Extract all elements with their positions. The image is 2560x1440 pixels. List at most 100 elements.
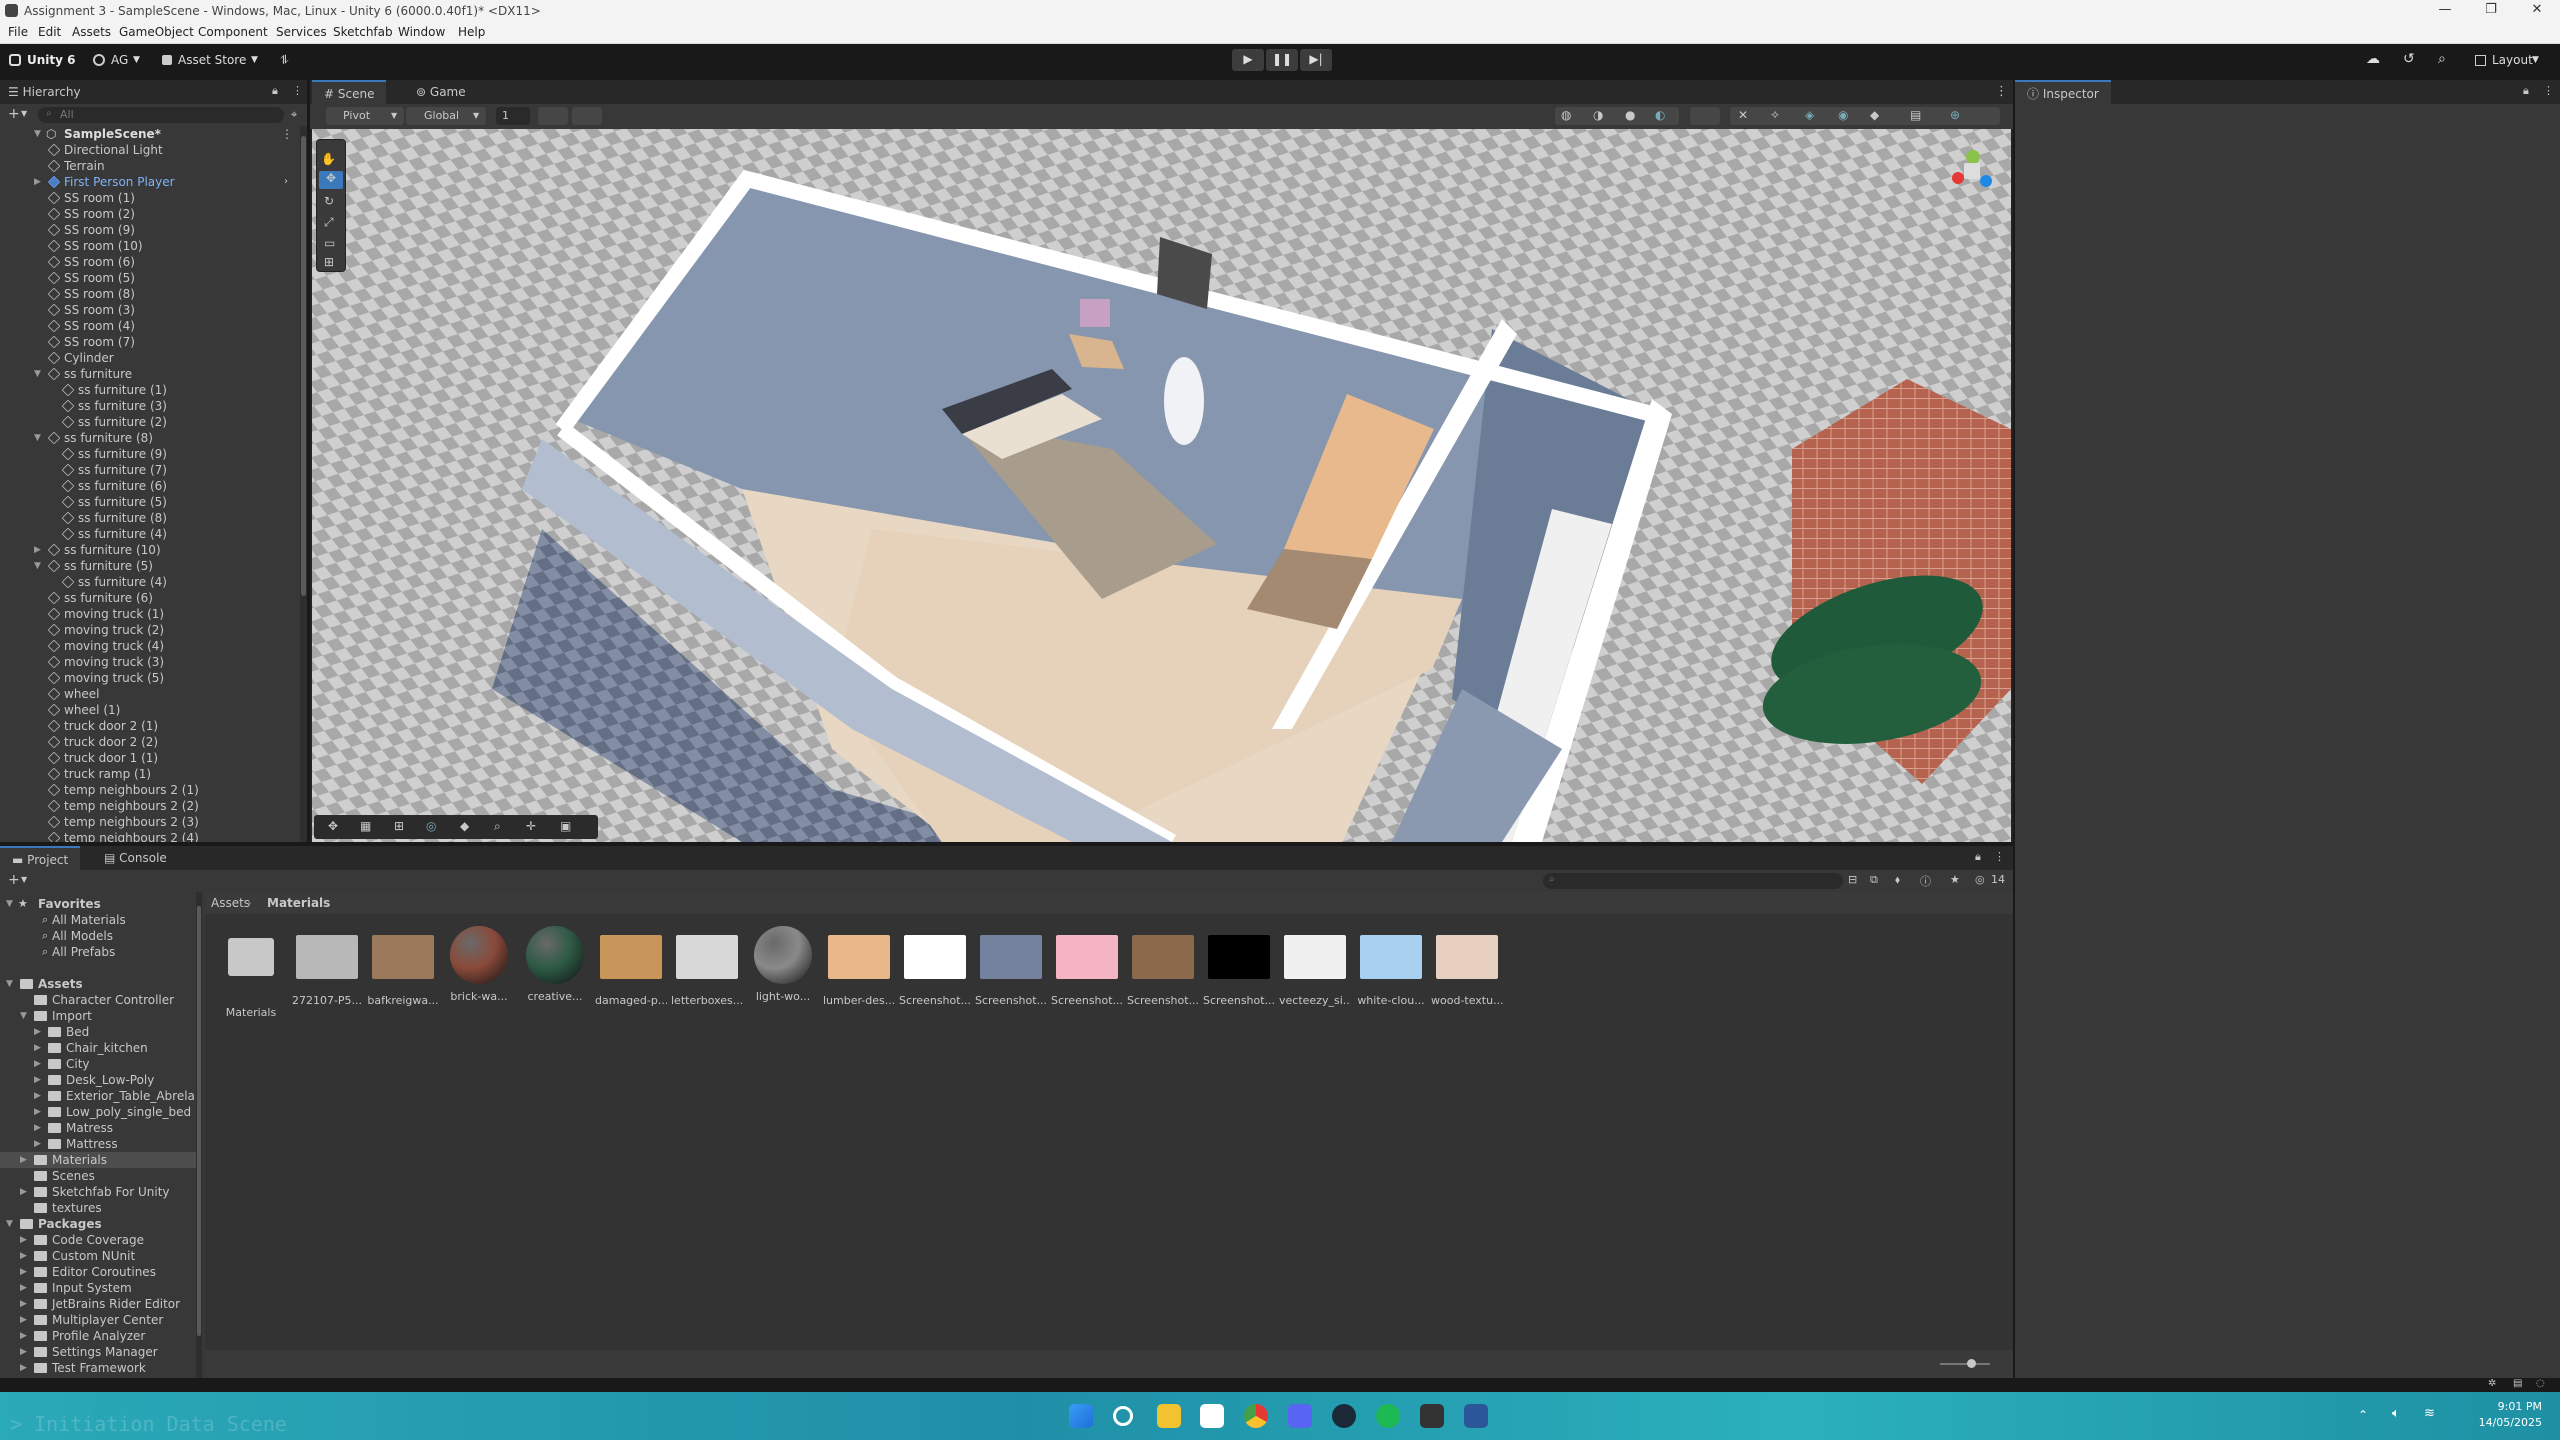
search-by-type-icon[interactable]: ⊟ [1848, 873, 1857, 886]
project-tree-item[interactable]: Character Controller [0, 992, 198, 1008]
scale-tool-icon[interactable]: ⤢ [324, 215, 334, 230]
collapse-arrow-icon[interactable]: ▶ [20, 1296, 27, 1312]
move-gizmo-icon[interactable]: ✥ [328, 819, 338, 833]
hierarchy-item[interactable]: ss furniture (2) [0, 414, 300, 430]
center-icon[interactable]: ✛ [526, 819, 536, 833]
hierarchy-item[interactable]: ss furniture (9) [0, 446, 300, 462]
asset-item[interactable]: brick-wa... [443, 926, 515, 1003]
more-options-icon[interactable]: ⋮ [1994, 850, 2005, 863]
project-tree-item[interactable]: ▶ Low_poly_single_bed [0, 1104, 198, 1120]
chrome-icon[interactable] [1244, 1404, 1268, 1428]
collapse-arrow-icon[interactable]: ▶ [20, 1248, 27, 1264]
gizmo-x-axis[interactable] [1952, 172, 1964, 184]
tab-project[interactable]: ▬ Project [0, 846, 81, 870]
hierarchy-item[interactable]: temp neighbours 2 (1) [0, 782, 300, 798]
expand-arrow-icon[interactable]: ▼ [34, 558, 41, 574]
tab-hierarchy[interactable]: ☰ Hierarchy [0, 80, 93, 104]
asset-item[interactable]: Screenshot... [975, 926, 1047, 1007]
project-tree-scrollbar[interactable] [196, 892, 202, 1378]
search-icon[interactable]: ⌕ [2438, 51, 2446, 67]
scene-root-row[interactable]: ▼ ⬡ SampleScene* ⋮ [0, 126, 300, 142]
hierarchy-item[interactable]: truck door 2 (1) [0, 718, 300, 734]
zoom-icon[interactable]: ⌕ [494, 819, 501, 834]
search-icon[interactable] [1113, 1406, 1133, 1426]
lock-icon[interactable]: 🔒︎ [272, 84, 278, 98]
hierarchy-item[interactable]: ss furniture (4) [0, 526, 300, 542]
more-options-icon[interactable]: ⋮ [292, 84, 303, 97]
audio-mute-icon[interactable]: ✕ [1738, 108, 1748, 122]
menu-file[interactable]: File [8, 25, 28, 39]
asset-item[interactable]: Screenshot... [1051, 926, 1123, 1007]
project-tree-item[interactable]: ▶ Editor Coroutines [0, 1264, 198, 1280]
chevron-up-icon[interactable]: ⌃ [2358, 1408, 2368, 1422]
project-tree-section[interactable]: ▼ ★ Favorites [0, 896, 198, 912]
snap-icon[interactable]: ⊞ [394, 819, 404, 833]
hierarchy-item[interactable]: moving truck (4) [0, 638, 300, 654]
hierarchy-item[interactable]: moving truck (3) [0, 654, 300, 670]
progress-icon[interactable]: ◌ [2536, 1378, 2545, 1389]
hierarchy-item[interactable]: ss furniture (3) [0, 398, 300, 414]
asset-item[interactable]: wood-textu... [1431, 926, 1503, 1007]
hierarchy-scrollbar[interactable] [300, 126, 307, 842]
collapse-arrow-icon[interactable]: ▶ [34, 1120, 41, 1136]
shaded-icon[interactable]: ● [1625, 108, 1635, 122]
project-tree-item[interactable]: ▼ Import [0, 1008, 198, 1024]
asset-item[interactable]: Screenshot... [1203, 926, 1275, 1007]
rotate-tool-icon[interactable]: ↻ [324, 194, 334, 208]
hierarchy-item[interactable]: wheel (1) [0, 702, 300, 718]
grid-visibility-button[interactable] [572, 107, 602, 125]
layers-icon[interactable]: ◆ [1870, 108, 1879, 122]
asset-item[interactable]: lumber-des... [823, 926, 895, 1007]
close-icon[interactable]: ✕ [2514, 0, 2560, 22]
info-icon[interactable]: ⓘ [1920, 873, 1931, 889]
project-search-input[interactable]: ⌕ [1543, 873, 1843, 889]
hierarchy-item[interactable]: ss furniture (1) [0, 382, 300, 398]
project-tree-item[interactable]: ⌕ All Models [0, 928, 198, 944]
gizmo-y-axis[interactable] [1966, 150, 1980, 164]
prefab-open-arrow-icon[interactable]: › [284, 174, 288, 190]
project-tree-item[interactable]: ▶ City [0, 1056, 198, 1072]
create-asset-button[interactable]: + [8, 872, 20, 888]
clock-time[interactable]: 9:01 PM [2492, 1400, 2542, 1413]
hierarchy-item[interactable]: ss furniture (6) [0, 590, 300, 606]
draw-mode-buttons[interactable]: ◍ ◑ ● ◐ [1555, 107, 1679, 125]
collapse-arrow-icon[interactable]: ▶ [20, 1264, 27, 1280]
hierarchy-item[interactable]: wheel [0, 686, 300, 702]
hierarchy-item[interactable]: ss furniture (6) [0, 478, 300, 494]
search-by-label-icon[interactable]: ⧉ [1870, 873, 1878, 887]
menu-assets[interactable]: Assets [72, 25, 111, 39]
visibility-icon[interactable]: ◉ [1838, 108, 1848, 122]
layout-dropdown[interactable]: Layout [2492, 53, 2533, 67]
expand-arrow-icon[interactable]: ▼ [20, 1008, 27, 1024]
project-tree-item[interactable]: ▶ JetBrains Rider Editor [0, 1296, 198, 1312]
more-options-icon[interactable]: ⋮ [2543, 84, 2554, 97]
transform-tool-icon[interactable]: ⊞ [324, 255, 334, 269]
expand-arrow-icon[interactable]: ▼ [6, 976, 13, 992]
cloud-icon[interactable]: ☁ [2366, 51, 2380, 67]
hierarchy-item[interactable]: temp neighbours 2 (4) [0, 830, 300, 842]
project-tree-item[interactable]: ⌕ All Materials [0, 912, 198, 928]
collapse-arrow-icon[interactable]: ▶ [20, 1344, 27, 1360]
expand-arrow-icon[interactable]: ▼ [34, 430, 41, 446]
project-tree-item[interactable]: ▶ Profile Analyzer [0, 1328, 198, 1344]
rect-tool-icon[interactable]: ▭ [324, 236, 335, 250]
gizmos-icon[interactable]: ⊕ [1950, 108, 1960, 122]
collapse-arrow-icon[interactable]: ▶ [20, 1232, 27, 1248]
clock-date[interactable]: 14/05/2025 [2478, 1416, 2542, 1429]
view-options-icon[interactable]: ▤ [1910, 108, 1921, 122]
hierarchy-item[interactable]: ▶ First Person Player › [0, 174, 300, 190]
hierarchy-item[interactable]: SS room (2) [0, 206, 300, 222]
collapse-arrow-icon[interactable]: ▶ [20, 1184, 27, 1200]
project-tree-item[interactable]: ▶ Code Coverage [0, 1232, 198, 1248]
hierarchy-item[interactable]: temp neighbours 2 (3) [0, 814, 300, 830]
grid-icon[interactable]: ▦ [360, 819, 371, 833]
thumbnail-size-slider-thumb[interactable] [1967, 1359, 1976, 1368]
add-object-button[interactable]: + [8, 106, 20, 122]
asset-item[interactable]: Screenshot... [899, 926, 971, 1007]
grid-snap-button[interactable] [538, 107, 568, 125]
wireframe-icon[interactable]: ◍ [1561, 108, 1571, 122]
hierarchy-item[interactable]: ss furniture (4) [0, 574, 300, 590]
menu-services[interactable]: Services [276, 25, 327, 39]
expand-arrow-icon[interactable]: ▼ [34, 126, 41, 142]
hierarchy-item[interactable]: ss furniture (8) [0, 510, 300, 526]
